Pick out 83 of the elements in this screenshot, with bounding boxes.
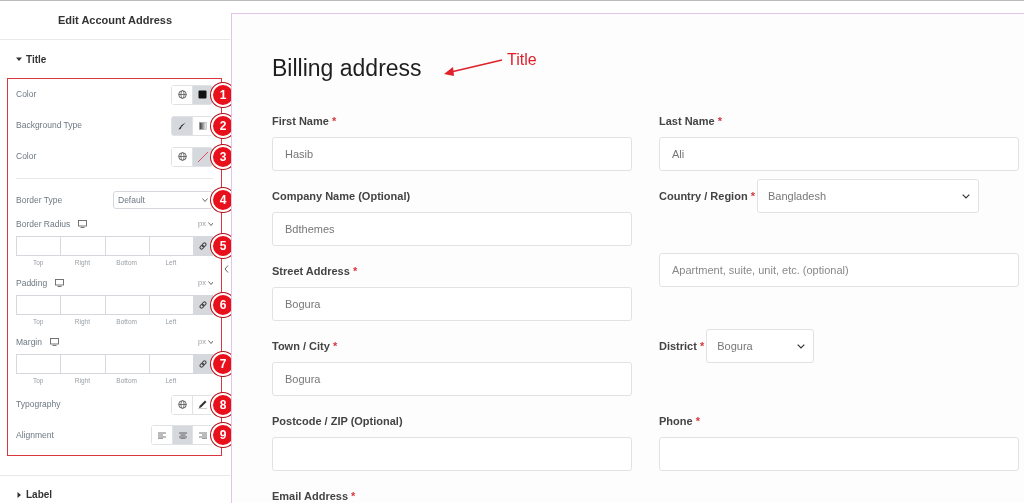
section-header[interactable]: Label [16, 487, 53, 502]
text-field[interactable]: Bogura [272, 362, 632, 396]
form-title: Billing address [272, 54, 422, 83]
field-label: Phone * [659, 414, 700, 429]
link-button[interactable] [193, 236, 213, 256]
align-right-icon [198, 431, 207, 439]
globe-icon [177, 152, 187, 161]
select-field[interactable]: Default [113, 191, 213, 209]
monitor-icon [50, 338, 59, 346]
toggle-button[interactable] [172, 426, 192, 444]
dimension-field[interactable] [60, 236, 105, 256]
dimension-field[interactable] [148, 236, 193, 256]
text-field[interactable]: Ali [659, 137, 1019, 171]
link-button[interactable] [193, 354, 213, 374]
section-title: Title [26, 52, 47, 67]
annotation-label: Title [507, 50, 537, 70]
link-icon [199, 360, 207, 368]
dimension-field[interactable] [104, 295, 149, 315]
align-center-icon [178, 431, 187, 439]
no-color-icon [196, 150, 209, 163]
field-label: District * [659, 338, 705, 354]
caret-icon [208, 222, 213, 226]
chevron-down-icon [797, 343, 806, 349]
dimension-field[interactable] [16, 236, 61, 256]
collapse-button[interactable] [224, 265, 229, 273]
link-icon [199, 301, 207, 309]
toggle-button[interactable] [192, 395, 212, 414]
control-label: Color [16, 88, 37, 101]
select-field[interactable]: Bogura [706, 329, 815, 363]
control-label: Border Radius [16, 217, 71, 231]
control-label: Color [16, 150, 37, 163]
caret-icon [208, 281, 213, 285]
dimension-field[interactable] [16, 295, 61, 315]
section-title: Label [26, 488, 53, 502]
align-left-icon [158, 431, 166, 439]
field-label: Street Address * [272, 264, 358, 279]
dimension-field[interactable] [104, 354, 149, 374]
pencil-icon [198, 400, 207, 409]
text-field[interactable]: Apartment, suite, unit, etc. (optional) [659, 253, 1019, 287]
control-label: Padding [16, 276, 48, 290]
field-label: Country / Region * [659, 188, 755, 204]
dimension-field[interactable] [60, 354, 105, 374]
field-label: Company Name (Optional) [272, 189, 411, 204]
panel-title: Edit Account Address [57, 12, 173, 28]
text-field[interactable] [659, 437, 1019, 471]
link-button[interactable] [193, 295, 213, 315]
toggle-button[interactable] [192, 426, 212, 444]
globe-icon [177, 400, 187, 409]
text-field[interactable]: Hasib [272, 137, 632, 171]
toggle-button[interactable] [192, 116, 212, 135]
control-label: Margin [16, 335, 42, 349]
toggle-button[interactable] [192, 147, 212, 166]
link-icon [199, 242, 207, 250]
field-label: Last Name * [659, 114, 722, 129]
text-field[interactable]: Bogura [272, 287, 632, 321]
caret-icon [202, 198, 208, 202]
dimension-field[interactable] [60, 295, 105, 315]
monitor-icon [55, 279, 65, 287]
caret-icon [208, 340, 213, 344]
dimension-field[interactable] [16, 354, 61, 374]
toggle-button[interactable] [192, 85, 212, 104]
control-label: Alignment [16, 428, 54, 442]
control-label: Border Type [16, 193, 63, 207]
globe-icon [177, 90, 187, 99]
text-field[interactable] [272, 437, 632, 471]
text-field[interactable]: Bdthemes [272, 212, 632, 246]
gradient-icon [198, 121, 207, 130]
monitor-icon [78, 220, 88, 228]
dimension-field[interactable] [104, 236, 149, 256]
chevron-down-icon [961, 193, 970, 199]
select-field[interactable]: Bangladesh [756, 179, 979, 213]
field-label: Postcode / ZIP (Optional) [272, 414, 403, 429]
field-label: Email Address * [272, 489, 356, 503]
brush-icon [178, 121, 186, 130]
field-label: First Name * [272, 114, 337, 129]
chevron-left-icon [224, 265, 229, 273]
section-header[interactable]: Title [16, 51, 47, 67]
dimension-field[interactable] [148, 295, 193, 315]
toggle-button[interactable] [172, 116, 192, 135]
control-label: Background Type [16, 119, 82, 132]
field-label: Town / City * [272, 339, 338, 354]
dimension-field[interactable] [148, 354, 193, 374]
control-label: Typography [16, 398, 61, 411]
